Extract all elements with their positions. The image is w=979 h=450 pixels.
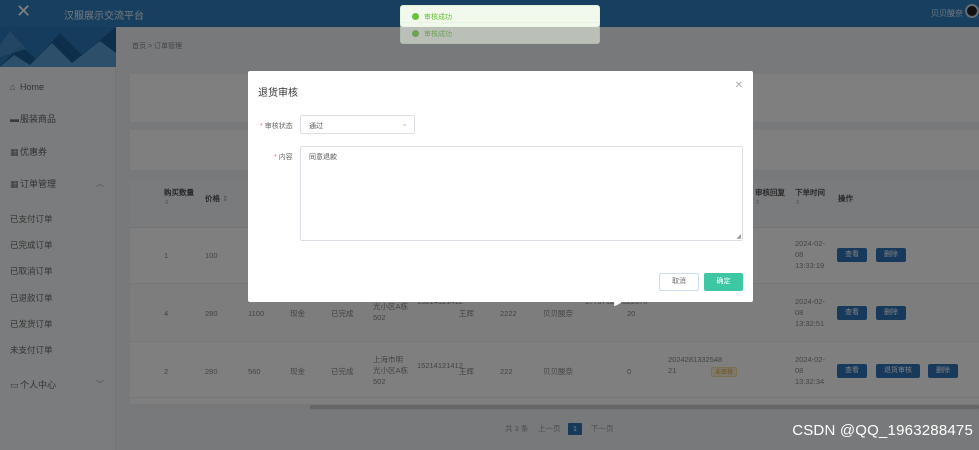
content-label: * 内容: [274, 154, 293, 161]
select-value: 通过: [309, 123, 323, 130]
textarea-value: 同意退款: [309, 154, 337, 161]
success-toast: 审核成功: [400, 22, 600, 44]
return-review-dialog: 退货审核 ✕ * 审核状态 通过 ⌄ * 内容 同意退款 ◢ 取消 确定: [248, 71, 753, 302]
confirm-button[interactable]: 确定: [704, 273, 743, 291]
status-label: * 审核状态: [260, 123, 293, 130]
chevron-down-icon: ⌄: [401, 119, 408, 128]
review-status-select[interactable]: 通过 ⌄: [300, 115, 415, 134]
dialog-title: 退货审核: [258, 88, 298, 99]
cancel-button[interactable]: 取消: [659, 273, 699, 291]
success-icon: [412, 13, 419, 20]
close-icon[interactable]: ✕: [735, 80, 743, 91]
success-icon: [412, 30, 419, 37]
toast-message: 审核成功: [424, 14, 452, 21]
content-textarea[interactable]: 同意退款 ◢: [300, 146, 743, 241]
toast-message: 审核成功: [424, 31, 452, 38]
resize-handle-icon[interactable]: ◢: [736, 233, 741, 240]
watermark: CSDN @QQ_1963288475: [792, 422, 973, 439]
